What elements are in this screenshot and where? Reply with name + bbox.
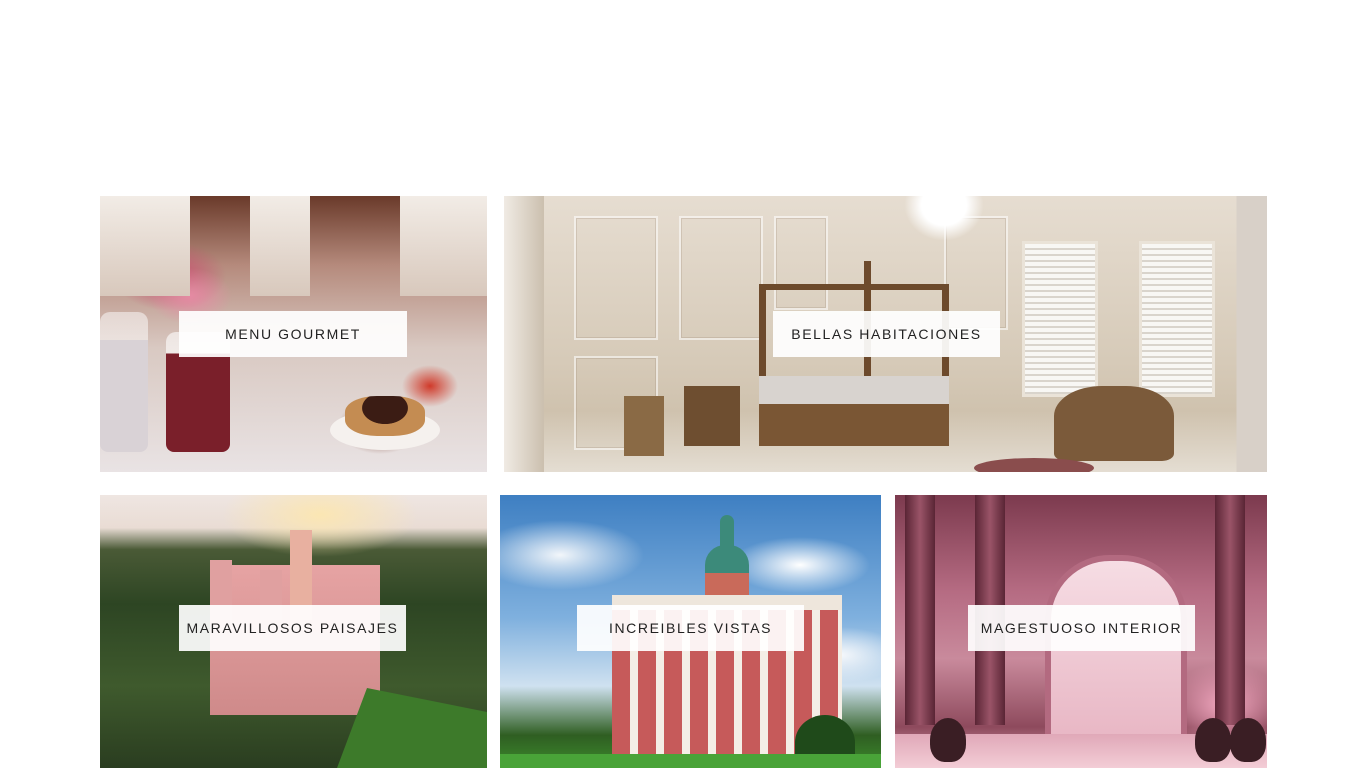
- tile-label-menu-gourmet: MENU GOURMET: [179, 311, 407, 357]
- gallery-tile-maravillosos-paisajes[interactable]: MARAVILLOSOS PAISAJES: [100, 495, 487, 768]
- tile-label-increibles-vistas: INCREIBLES VISTAS: [577, 605, 804, 651]
- gallery-tile-bellas-habitaciones[interactable]: BELLAS HABITACIONES: [504, 196, 1267, 472]
- tile-label-bellas-habitaciones: BELLAS HABITACIONES: [773, 311, 1000, 357]
- gallery-tile-magestuoso-interior[interactable]: MAGESTUOSO INTERIOR: [895, 495, 1267, 768]
- gallery-tile-menu-gourmet[interactable]: MENU GOURMET: [100, 196, 487, 472]
- gallery-tile-increibles-vistas[interactable]: INCREIBLES VISTAS: [500, 495, 881, 768]
- tile-label-magestuoso-interior: MAGESTUOSO INTERIOR: [968, 605, 1195, 651]
- tile-label-maravillosos-paisajes: MARAVILLOSOS PAISAJES: [179, 605, 406, 651]
